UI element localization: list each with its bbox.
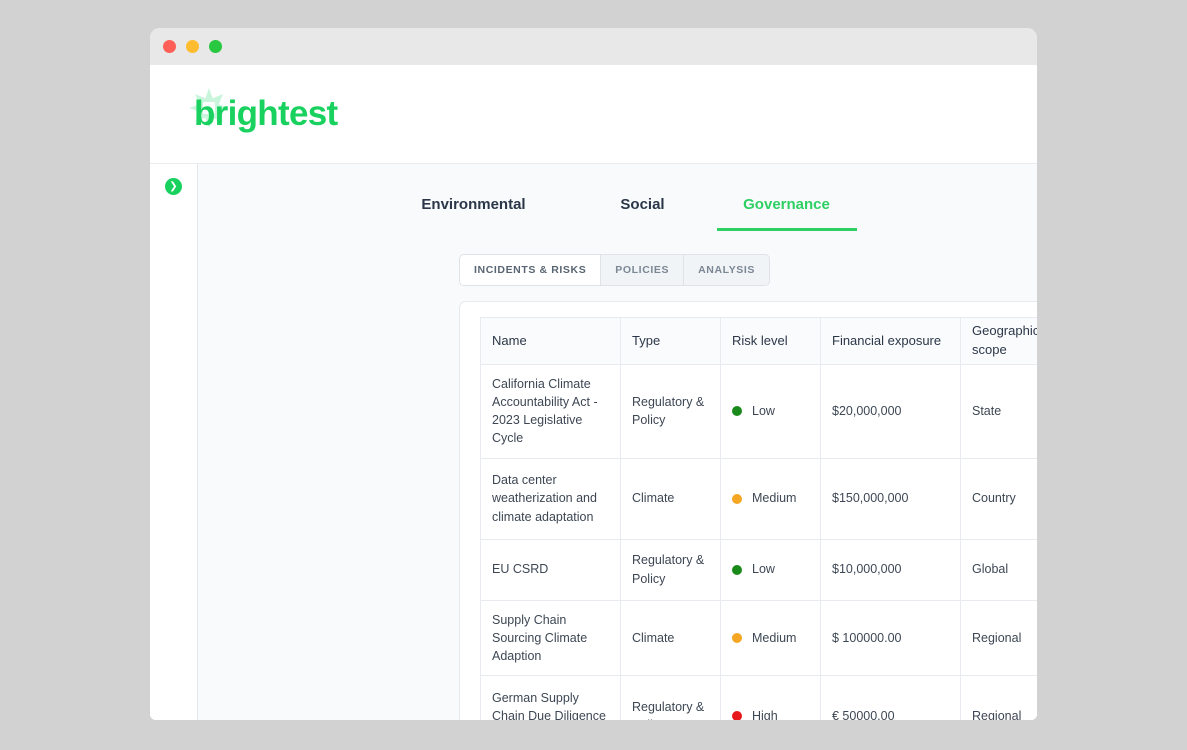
column-header-risk-level[interactable]: Risk level bbox=[720, 317, 821, 365]
table-row[interactable]: German Supply Chain Due Diligence Act Co… bbox=[480, 674, 1037, 720]
column-header-name[interactable]: Name bbox=[480, 317, 621, 365]
cell-risk-level: Medium bbox=[720, 457, 821, 540]
cell-risk-level: High bbox=[720, 674, 821, 720]
category-tabs: Environmental Social Governance bbox=[198, 164, 1037, 231]
risk-level-dot-icon bbox=[732, 564, 742, 575]
subtab-incidents-and-risks[interactable]: INCIDENTS & RISKS bbox=[460, 255, 602, 285]
subtab-analysis[interactable]: ANALYSIS bbox=[684, 255, 770, 285]
table-header-row: Name Type Risk level Financial exposure … bbox=[480, 317, 1037, 365]
main-content: Environmental Social Governance INCIDENT… bbox=[198, 163, 1037, 720]
minimize-button[interactable] bbox=[186, 40, 199, 53]
subtab-policies-label: POLICIES bbox=[615, 264, 670, 276]
close-button[interactable] bbox=[163, 40, 176, 53]
column-header-financial-exposure[interactable]: Financial exposure bbox=[820, 317, 961, 365]
subtab-bar: INCIDENTS & RISKS POLICIES ANALYSIS bbox=[198, 231, 1037, 286]
tab-social-label: Social bbox=[620, 196, 665, 213]
cell-financial-exposure: $150,000,000 bbox=[820, 457, 961, 540]
segmented-control: INCIDENTS & RISKS POLICIES ANALYSIS bbox=[459, 254, 771, 286]
risks-table: Name Type Risk level Financial exposure … bbox=[480, 317, 1037, 720]
cell-name: Supply Chain Sourcing Climate Adaption bbox=[480, 599, 621, 676]
cell-type: Regulatory & Policy bbox=[620, 364, 721, 459]
cell-financial-exposure: $ 100000.00 bbox=[820, 599, 961, 676]
cell-geographic-scope: Country bbox=[960, 457, 1037, 540]
cell-name: California Climate Accountability Act - … bbox=[480, 364, 621, 459]
cell-type: Climate bbox=[620, 457, 721, 540]
cell-risk-level: Medium bbox=[720, 599, 821, 676]
cell-risk-level: Low bbox=[720, 364, 821, 459]
risk-level-label: Low bbox=[752, 404, 775, 419]
subtab-policies[interactable]: POLICIES bbox=[601, 255, 685, 285]
table-body: California Climate Accountability Act - … bbox=[480, 364, 1037, 720]
risk-level-label: High bbox=[752, 708, 778, 720]
cell-geographic-scope: State bbox=[960, 364, 1037, 459]
risk-level-dot-icon bbox=[732, 632, 742, 643]
table-row[interactable]: Supply Chain Sourcing Climate Adaption Cl… bbox=[480, 599, 1037, 676]
cell-name: Data center weatherization and climate a… bbox=[480, 457, 621, 540]
cell-name: German Supply Chain Due Diligence Act Co… bbox=[480, 674, 621, 720]
subtab-incidents-and-risks-label: INCIDENTS & RISKS bbox=[474, 264, 587, 276]
tab-governance-label: Governance bbox=[743, 196, 830, 213]
cell-financial-exposure: $20,000,000 bbox=[820, 364, 961, 459]
risk-level-label: Low bbox=[752, 562, 775, 577]
brand-name: brightest bbox=[194, 94, 338, 133]
risk-level-dot-icon bbox=[732, 710, 742, 720]
risk-level-label: Medium bbox=[752, 630, 797, 645]
risks-table-card: Name Type Risk level Financial exposure … bbox=[459, 301, 1037, 720]
cell-type: Climate bbox=[620, 599, 721, 676]
column-header-geographic-scope[interactable]: Geographic scope bbox=[960, 317, 1037, 365]
cell-geographic-scope: Global bbox=[960, 538, 1037, 601]
window-titlebar bbox=[150, 28, 1037, 65]
tab-social[interactable]: Social bbox=[569, 196, 717, 231]
cell-type: Regulatory & Policy bbox=[620, 538, 721, 601]
tab-environmental[interactable]: Environmental bbox=[379, 196, 569, 231]
cell-name: EU CSRD bbox=[480, 538, 621, 601]
app-header: brightest bbox=[150, 65, 1037, 163]
risk-level-dot-icon bbox=[732, 406, 742, 417]
tab-governance[interactable]: Governance bbox=[716, 196, 857, 231]
app-body: ❯ Environmental Social Governance INCIDE… bbox=[150, 163, 1037, 720]
maximize-button[interactable] bbox=[209, 40, 222, 53]
table-header: Name Type Risk level Financial exposure … bbox=[480, 317, 1037, 365]
cell-financial-exposure: $10,000,000 bbox=[820, 538, 961, 601]
sidebar: ❯ bbox=[150, 163, 198, 720]
cell-financial-exposure: € 50000.00 bbox=[820, 674, 961, 720]
chevron-right-icon: ❯ bbox=[169, 180, 178, 192]
cell-geographic-scope: Regional bbox=[960, 599, 1037, 676]
table-row[interactable]: EU CSRD Regulatory & Policy Low $10,000,000… bbox=[480, 538, 1037, 601]
risk-level-label: Medium bbox=[752, 491, 797, 506]
tab-environmental-label: Environmental bbox=[421, 196, 526, 213]
cell-risk-level: Low bbox=[720, 538, 821, 601]
cell-type: Regulatory & Policy bbox=[620, 674, 721, 720]
brand-logo[interactable]: brightest bbox=[188, 88, 338, 134]
sidebar-expand-button[interactable]: ❯ bbox=[165, 178, 182, 195]
subtab-analysis-label: ANALYSIS bbox=[698, 264, 756, 276]
column-header-type[interactable]: Type bbox=[620, 317, 721, 365]
table-row[interactable]: California Climate Accountability Act - … bbox=[480, 364, 1037, 459]
table-row[interactable]: Data center weatherization and climate a… bbox=[480, 457, 1037, 540]
browser-window: brightest ❯ Environmental Social Governa… bbox=[150, 28, 1037, 720]
cell-geographic-scope: Regional bbox=[960, 674, 1037, 720]
risk-level-dot-icon bbox=[732, 493, 742, 504]
